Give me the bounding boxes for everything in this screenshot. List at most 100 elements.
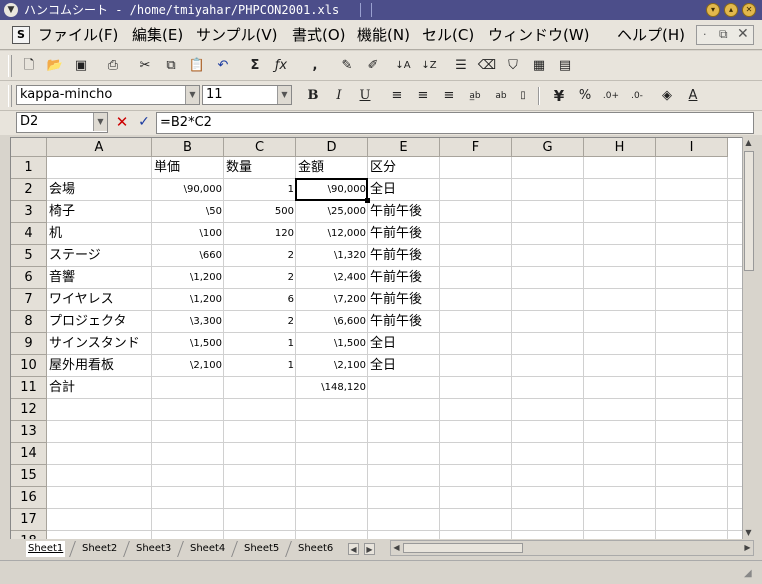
row-header[interactable]: 13 (11, 421, 47, 443)
cell-e2[interactable]: 全日 (368, 179, 440, 201)
menu-cell[interactable]: セル(C) (422, 24, 474, 46)
cell-b9[interactable]: \1,500 (152, 333, 224, 355)
cell-b10[interactable]: \2,100 (152, 355, 224, 377)
scroll-left-icon[interactable]: ◀ (391, 542, 402, 554)
cell-d3[interactable]: \25,000 (296, 201, 368, 223)
column-header[interactable]: A (47, 138, 152, 157)
cell-a6[interactable]: 音響 (47, 267, 152, 289)
copy-icon[interactable]: ⧉ (160, 55, 182, 77)
fill-handle[interactable] (365, 198, 370, 203)
cell-e5[interactable]: 午前午後 (368, 245, 440, 267)
tab-sheet6[interactable]: Sheet6 (298, 541, 333, 557)
underline-icon[interactable]: U (354, 85, 376, 107)
toolbar-grip[interactable] (8, 55, 12, 77)
menu-help[interactable]: ヘルプ(H) (617, 24, 685, 46)
mdi-restore-icon[interactable]: ⧉ (719, 27, 728, 42)
cell-c6[interactable]: 2 (224, 267, 296, 289)
cell-e4[interactable]: 午前午後 (368, 223, 440, 245)
column-header[interactable]: H (584, 138, 656, 157)
row-header[interactable]: 15 (11, 465, 47, 487)
font-select[interactable]: kappa-mincho ▼ (16, 85, 200, 105)
cell-d10[interactable]: \2,100 (296, 355, 368, 377)
tab-sheet5[interactable]: Sheet5 (244, 541, 279, 557)
column-header[interactable]: C (224, 138, 296, 157)
menu-window[interactable]: ウィンドウ(W) (488, 24, 590, 46)
cell-d7[interactable]: \7,200 (296, 289, 368, 311)
tab-sheet1[interactable]: Sheet1 (26, 541, 66, 557)
cell-c8[interactable]: 2 (224, 311, 296, 333)
toolbar-grip[interactable] (8, 85, 12, 107)
accept-icon[interactable]: ✓ (133, 111, 155, 133)
new-file-icon[interactable]: 🗋 (18, 55, 40, 77)
horizontal-scroll-thumb[interactable] (403, 543, 523, 553)
cancel-icon[interactable]: ✕ (111, 111, 133, 133)
vertical-scroll-thumb[interactable] (744, 151, 754, 271)
cell-c2[interactable]: 1 (224, 179, 296, 201)
undo-icon[interactable]: ↶ (212, 55, 234, 77)
cell-a9[interactable]: サインスタンド (47, 333, 152, 355)
fill-color-icon[interactable]: ◈ (656, 85, 678, 107)
column-header[interactable]: F (440, 138, 512, 157)
function-icon[interactable]: ƒx (270, 55, 292, 77)
cell-b4[interactable]: \100 (152, 223, 224, 245)
cell-b7[interactable]: \1,200 (152, 289, 224, 311)
cell-reference-box[interactable]: D2 ▼ (16, 112, 108, 133)
vertical-text-icon[interactable]: ab (490, 85, 512, 107)
scroll-up-icon[interactable]: ▲ (743, 137, 754, 149)
cell-e3[interactable]: 午前午後 (368, 201, 440, 223)
scroll-right-icon[interactable]: ▶ (742, 542, 753, 554)
cell-b3[interactable]: \50 (152, 201, 224, 223)
menu-format[interactable]: 書式(O) (292, 24, 346, 46)
close-window-button[interactable]: ✕ (742, 3, 756, 17)
column-header[interactable]: I (656, 138, 728, 157)
cell-d4[interactable]: \12,000 (296, 223, 368, 245)
mdi-close-icon[interactable]: ✕ (737, 26, 749, 42)
sort-ascending-icon[interactable]: ↓A (392, 55, 414, 77)
window-menu-icon[interactable]: ▼ (4, 3, 18, 17)
cell-b2[interactable]: \90,000 (152, 179, 224, 201)
row-header[interactable]: 5 (11, 245, 47, 267)
maximize-button[interactable]: ▴ (724, 3, 738, 17)
horizontal-scrollbar[interactable]: ◀ ▶ (390, 540, 754, 556)
row-header[interactable]: 12 (11, 399, 47, 421)
row-header[interactable]: 18 (11, 531, 47, 539)
eraser-icon[interactable]: ⌫ (476, 55, 498, 77)
menu-file[interactable]: ファイル(F) (38, 24, 118, 46)
cell-a5[interactable]: ステージ (47, 245, 152, 267)
cell-e8[interactable]: 午前午後 (368, 311, 440, 333)
align-right-icon[interactable]: ≡ (438, 85, 460, 107)
font-color-icon[interactable]: A (682, 85, 704, 107)
cell-a3[interactable]: 椅子 (47, 201, 152, 223)
column-header[interactable]: D (296, 138, 368, 157)
paste-icon[interactable]: 📋 (186, 55, 208, 77)
chart-icon[interactable]: ✎ (336, 55, 358, 77)
row-header[interactable]: 4 (11, 223, 47, 245)
chevron-down-icon[interactable]: ▼ (93, 113, 107, 131)
cell-c3[interactable]: 500 (224, 201, 296, 223)
menu-sample[interactable]: サンプル(V) (196, 24, 278, 46)
column-header[interactable]: G (512, 138, 584, 157)
cell-d8[interactable]: \6,600 (296, 311, 368, 333)
cell-a10[interactable]: 屋外用看板 (47, 355, 152, 377)
open-folder-icon[interactable]: 📂 (44, 55, 66, 77)
sum-icon[interactable]: Σ (244, 55, 266, 77)
size-select[interactable]: 11 ▼ (202, 85, 292, 105)
resize-grip-icon[interactable]: ◢ (744, 567, 758, 581)
row-header[interactable]: 16 (11, 487, 47, 509)
row-header[interactable]: 2 (11, 179, 47, 201)
percent-icon[interactable]: % (574, 85, 596, 107)
row-header[interactable]: 1 (11, 157, 47, 179)
chevron-down-icon[interactable]: ▼ (277, 86, 291, 104)
tab-sheet3[interactable]: Sheet3 (136, 541, 171, 557)
increase-decimal-icon[interactable]: .0+ (600, 85, 622, 107)
italic-icon[interactable]: I (328, 85, 350, 107)
column-header[interactable]: B (152, 138, 224, 157)
cell-d5[interactable]: \1,320 (296, 245, 368, 267)
comma-icon[interactable]: , (304, 55, 326, 77)
sort-descending-icon[interactable]: ↓Z (418, 55, 440, 77)
row-header[interactable]: 10 (11, 355, 47, 377)
menu-edit[interactable]: 編集(E) (132, 24, 183, 46)
align-center-icon[interactable]: ≡ (412, 85, 434, 107)
row-header[interactable]: 8 (11, 311, 47, 333)
row-header[interactable]: 11 (11, 377, 47, 399)
